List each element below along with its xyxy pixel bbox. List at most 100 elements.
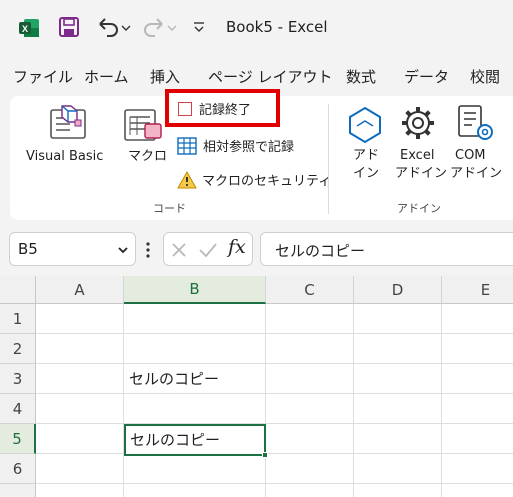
tab-review[interactable]: 校閲 [470,66,500,87]
grid-cell[interactable] [354,394,442,424]
stop-recording-label: 記録終了 [199,103,252,118]
customize-qat-icon[interactable] [192,19,206,35]
fill-handle[interactable] [262,452,268,458]
grid-cell[interactable] [266,484,354,497]
column-header-a[interactable]: A [36,276,124,304]
row-header-3[interactable]: 3 [0,364,36,394]
name-box[interactable]: B5 [9,232,136,266]
select-all-corner[interactable] [0,276,36,304]
grid-cell[interactable] [124,484,266,497]
grid-cell[interactable] [442,394,513,424]
grid-cell[interactable] [36,304,124,334]
more-options-icon[interactable] [143,240,153,260]
grid-cell[interactable] [266,454,354,484]
grid-cell[interactable] [266,394,354,424]
grid-cell[interactable] [36,364,124,394]
grid-cell[interactable] [36,454,124,484]
grid-cell[interactable] [442,484,513,497]
grid-cell[interactable] [266,304,354,334]
grid-cell[interactable] [36,484,124,497]
title-bar: X Book5 - Excel [0,0,513,58]
grid-cell[interactable] [124,304,266,334]
tab-insert[interactable]: 挿入 [150,66,180,87]
com-addins-icon [458,105,493,140]
formula-buttons: fx [163,232,253,266]
grid-cell[interactable] [36,424,124,454]
addins-button-line2[interactable]: イン [353,165,379,182]
com-addins-button-line2[interactable]: アドイン [450,165,502,182]
tab-file[interactable]: ファイル [13,66,73,87]
worksheet-grid: A B C D E 1 2 3 4 5 6 セルのコピー セルのコピー [0,276,513,497]
grid-cell[interactable] [354,454,442,484]
grid-cell[interactable] [36,394,124,424]
macro-security-button[interactable]: マクロのセキュリティ [177,170,331,189]
grid-table-icon [177,136,197,155]
grid-cell[interactable] [36,334,124,364]
svg-text:X: X [22,24,28,34]
redo-icon [144,18,177,37]
save-icon[interactable] [58,16,80,38]
macro-button[interactable]: マクロ [128,148,167,165]
grid-cell[interactable] [124,334,266,364]
excel-logo-icon: X [19,19,39,37]
stop-square-icon [178,101,192,116]
formula-input[interactable]: セルのコピー [260,232,513,266]
grid-cell[interactable] [442,334,513,364]
com-addins-button-line1[interactable]: COM [455,147,486,164]
grid-cell[interactable] [442,364,513,394]
grid-cell[interactable] [442,304,513,334]
grid-cell[interactable] [266,424,354,454]
tab-page-layout[interactable]: ページ レイアウト [208,66,332,87]
grid-cell[interactable] [124,394,266,424]
tab-data[interactable]: データ [404,66,449,87]
active-cell-b5[interactable]: セルのコピー [124,424,266,456]
code-group-label: コード [153,202,186,215]
grid-cell[interactable] [354,484,442,497]
grid-cell[interactable] [266,334,354,364]
formula-value: セルのコピー [275,242,366,260]
grid-cell[interactable] [354,304,442,334]
grid-cell[interactable] [354,424,442,454]
ribbon-panel: Visual Basic マクロ 記録終了 相対参照で記録 マクロのセキュリティ… [10,89,513,220]
document-title: Book5 - Excel [226,18,328,36]
relative-reference-button[interactable]: 相対参照で記録 [177,136,294,155]
insert-function-icon[interactable]: fx [228,236,246,258]
visual-basic-button[interactable]: Visual Basic [26,148,103,165]
excel-addins-button-line1[interactable]: Excel [400,147,434,164]
enter-check-icon[interactable] [198,241,218,259]
cell-b3[interactable]: セルのコピー [124,364,266,394]
grid-cell[interactable] [442,424,513,454]
undo-icon[interactable] [95,15,131,39]
visual-basic-icon [50,105,86,139]
grid-cell[interactable] [124,454,266,484]
tab-formulas[interactable]: 数式 [346,66,376,87]
row-header-2[interactable]: 2 [0,334,36,364]
grid-cell[interactable] [354,334,442,364]
excel-addins-button-line2[interactable]: アドイン [395,165,447,182]
macro-icon [124,109,162,141]
macro-security-label: マクロのセキュリティ [202,174,332,189]
relative-reference-label: 相対参照で記録 [203,140,295,155]
row-header-1[interactable]: 1 [0,304,36,334]
column-header-c[interactable]: C [266,276,354,304]
grid-cell[interactable] [266,364,354,394]
grid-cell[interactable] [354,364,442,394]
name-box-value: B5 [18,240,38,258]
column-header-e[interactable]: E [442,276,513,304]
cancel-icon[interactable] [170,241,188,259]
row-header-4[interactable]: 4 [0,394,36,424]
addins-icon [349,106,381,144]
grid-cell[interactable] [442,454,513,484]
column-header-d[interactable]: D [354,276,442,304]
column-header-b[interactable]: B [124,276,266,304]
row-header-5[interactable]: 5 [0,424,36,454]
formula-bar: B5 fx セルのコピー [0,222,513,276]
addins-group-label: アドイン [397,202,441,215]
warning-icon [177,170,197,188]
row-header-7[interactable] [0,484,36,497]
stop-recording-button[interactable]: 記録終了 [178,99,251,118]
ribbon-tabs: ファイル ホーム 挿入 ページ レイアウト 数式 データ 校閲 [0,64,513,90]
row-header-6[interactable]: 6 [0,454,36,484]
addins-button-line1[interactable]: アド [353,147,379,164]
tab-home[interactable]: ホーム [84,66,129,87]
